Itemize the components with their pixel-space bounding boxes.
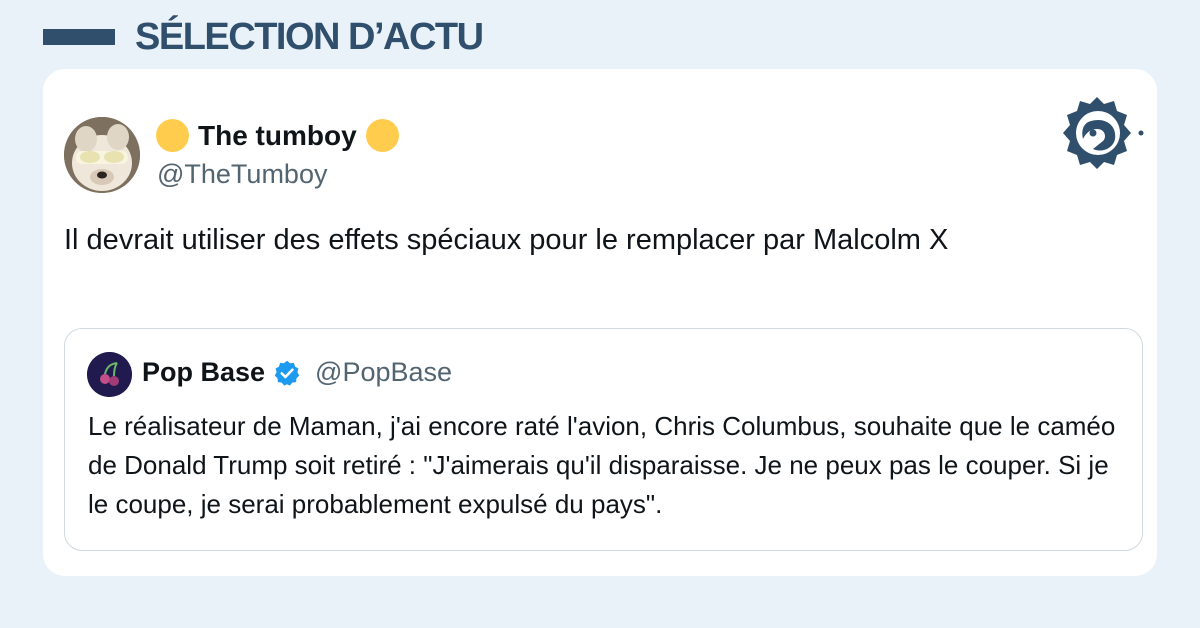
verified-badge-icon [273,359,301,387]
display-name-text: The tumboy [198,119,357,151]
quoted-text: Le réalisateur de Maman, j'ai encore rat… [88,411,1116,519]
yellow-circle-icon [156,119,189,152]
quoted-header: Pop Base @PopBase [142,357,452,388]
yellow-circle-icon [365,119,399,152]
quoted-display-name[interactable]: Pop Base [142,357,265,388]
quoted-avatar[interactable] [87,352,132,397]
tweet-card[interactable]: The tumboy @TheTumboy Il devrait utilise… [43,69,1157,576]
section-title: SÉLECTION D’ACTU [135,16,484,58]
quoted-tweet[interactable]: Pop Base @PopBase Le réalisateur de Mama… [64,328,1143,551]
avatar[interactable] [64,117,140,193]
header-accent-bar [43,29,115,45]
quoted-handle[interactable]: @PopBase [315,357,452,388]
tweet-display-name[interactable]: The tumboy [156,119,399,152]
tweet-text: Il devrait utiliser des effets spéciaux … [64,224,949,256]
tweet-handle[interactable]: @TheTumboy [157,159,327,190]
chick-logo-icon [1055,93,1147,173]
